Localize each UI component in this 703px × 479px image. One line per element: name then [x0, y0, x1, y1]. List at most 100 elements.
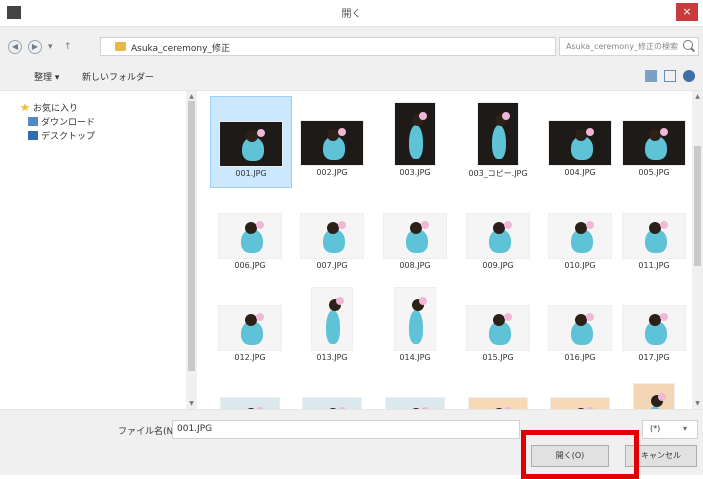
file-thumbnail[interactable] — [540, 377, 620, 409]
file-thumbnail[interactable]: 004.JPG — [540, 96, 620, 186]
file-thumbnail[interactable]: 015.JPG — [458, 281, 538, 371]
file-thumbnail[interactable] — [375, 377, 455, 409]
file-thumbnail[interactable]: 017.JPG — [614, 281, 692, 371]
kimono-figure — [409, 310, 423, 344]
search-input[interactable]: Asuka_ceremony_修正の検索 — [559, 37, 699, 56]
file-name-label: 016.JPG — [564, 353, 596, 362]
file-thumbnail[interactable]: 006.JPG — [210, 189, 290, 279]
nav-scroll-thumb[interactable] — [188, 101, 195, 371]
file-name-label: 012.JPG — [234, 353, 266, 362]
view-options-icon[interactable] — [645, 70, 657, 82]
file-name-label: 003.JPG — [399, 168, 431, 177]
file-thumbnail[interactable] — [292, 377, 372, 409]
preview-pane-icon[interactable] — [664, 70, 676, 82]
photo-thumbnail-image — [302, 397, 362, 409]
kimono-figure — [326, 310, 340, 344]
folder-icon — [115, 42, 126, 51]
file-thumbnail[interactable] — [210, 377, 290, 409]
file-thumbnail[interactable]: 016.JPG — [540, 281, 620, 371]
file-name-label: 017.JPG — [638, 353, 670, 362]
file-thumbnail[interactable]: 002.JPG — [292, 96, 372, 186]
file-thumbnail[interactable]: 014.JPG — [375, 281, 455, 371]
command-toolbar: 整理 ▾ 新しいフォルダー — [0, 65, 703, 87]
scroll-up-icon[interactable]: ▲ — [187, 93, 196, 100]
address-field[interactable]: Asuka_ceremony_修正 — [100, 37, 556, 56]
scroll-up-icon[interactable]: ▲ — [693, 93, 702, 100]
desktop-icon — [28, 131, 38, 140]
file-name-label: 011.JPG — [638, 261, 670, 270]
nav-item-downloads[interactable]: ダウンロード — [28, 115, 95, 128]
hair-flower — [421, 407, 429, 409]
file-thumbnail[interactable]: 008.JPG — [375, 189, 455, 279]
file-name-label: 004.JPG — [564, 168, 596, 177]
file-name-label: 009.JPG — [482, 261, 514, 270]
download-folder-icon — [28, 117, 38, 126]
photo-thumbnail-image — [548, 305, 612, 351]
file-thumbnail[interactable]: 012.JPG — [210, 281, 290, 371]
back-button[interactable]: ◀ — [8, 40, 22, 54]
hair-flower — [586, 128, 594, 136]
file-thumbnail[interactable]: 013.JPG — [292, 281, 372, 371]
star-icon — [20, 103, 30, 112]
hair-flower — [338, 407, 346, 409]
forward-button[interactable]: ▶ — [28, 40, 42, 54]
file-thumbnail[interactable]: 003.JPG — [375, 96, 455, 186]
nav-scrollbar[interactable]: ▲ ▼ — [186, 91, 197, 409]
hair-flower — [256, 407, 264, 409]
file-name-label: 015.JPG — [482, 353, 514, 362]
file-name-label: 001.JPG — [235, 169, 267, 178]
close-button[interactable]: × — [676, 3, 698, 21]
highlight-box — [521, 430, 639, 479]
hair-flower — [586, 221, 594, 229]
file-thumbnail[interactable]: 007.JPG — [292, 189, 372, 279]
content-area: お気に入り ダウンロード デスクトップ ▲ ▼ 001.JPG 002.JPG 00… — [0, 90, 703, 410]
up-folder-icon[interactable]: ↑ — [64, 42, 72, 52]
kimono-figure — [409, 125, 423, 159]
file-name-label: 013.JPG — [316, 353, 348, 362]
hair-flower — [660, 313, 668, 321]
nav-item-favorites[interactable]: お気に入り — [20, 101, 78, 114]
recent-locations-icon[interactable]: ▾ — [48, 42, 53, 52]
filename-input[interactable]: 001.JPG — [172, 420, 520, 439]
hair-flower — [504, 313, 512, 321]
new-folder-button[interactable]: 新しいフォルダー — [82, 70, 154, 83]
hair-flower — [338, 128, 346, 136]
file-name-label: 007.JPG — [316, 261, 348, 270]
file-scrollbar[interactable]: ▲ ▼ — [692, 91, 703, 409]
file-thumbnail[interactable]: 009.JPG — [458, 189, 538, 279]
file-thumbnail[interactable]: 010.JPG — [540, 189, 620, 279]
organize-button[interactable]: 整理 ▾ — [34, 70, 59, 83]
photo-thumbnail-image — [633, 383, 675, 409]
help-icon[interactable] — [683, 70, 695, 82]
filename-value: 001.JPG — [177, 424, 213, 434]
photo-thumbnail-image — [219, 121, 283, 167]
file-thumbnail[interactable]: 005.JPG — [614, 96, 692, 186]
scroll-down-icon[interactable]: ▼ — [693, 400, 702, 407]
file-name-label: 002.JPG — [316, 168, 348, 177]
hair-flower — [658, 393, 666, 401]
title-bar: 開く × — [0, 0, 703, 27]
photo-thumbnail-image — [311, 287, 353, 351]
nav-item-desktop[interactable]: デスクトップ — [28, 129, 95, 142]
window-title: 開く — [341, 9, 362, 20]
photo-thumbnail-image — [383, 213, 447, 259]
address-path: Asuka_ceremony_修正 — [131, 44, 230, 54]
hair-flower — [586, 313, 594, 321]
file-thumbnail[interactable] — [458, 377, 538, 409]
search-placeholder: Asuka_ceremony_修正の検索 — [566, 42, 678, 51]
hair-flower — [586, 407, 594, 409]
photo-thumbnail-image — [220, 397, 280, 409]
file-thumbnail[interactable]: 011.JPG — [614, 189, 692, 279]
photo-thumbnail-image — [622, 120, 686, 166]
scroll-down-icon[interactable]: ▼ — [187, 400, 196, 407]
file-type-filter[interactable]: (*) ▾ — [642, 420, 698, 439]
file-name-label: 014.JPG — [399, 353, 431, 362]
file-thumbnail[interactable] — [614, 377, 692, 409]
file-name-label: 010.JPG — [564, 261, 596, 270]
address-bar-row: ◀ ▶ ▾ ↑ Asuka_ceremony_修正 Asuka_ceremony… — [0, 34, 703, 58]
photo-thumbnail-image — [466, 213, 530, 259]
file-scroll-thumb[interactable] — [694, 146, 701, 266]
file-thumbnail[interactable]: 001.JPG — [210, 96, 292, 188]
hair-flower — [421, 221, 429, 229]
file-thumbnail[interactable]: 003_コピー.JPG — [458, 96, 538, 186]
